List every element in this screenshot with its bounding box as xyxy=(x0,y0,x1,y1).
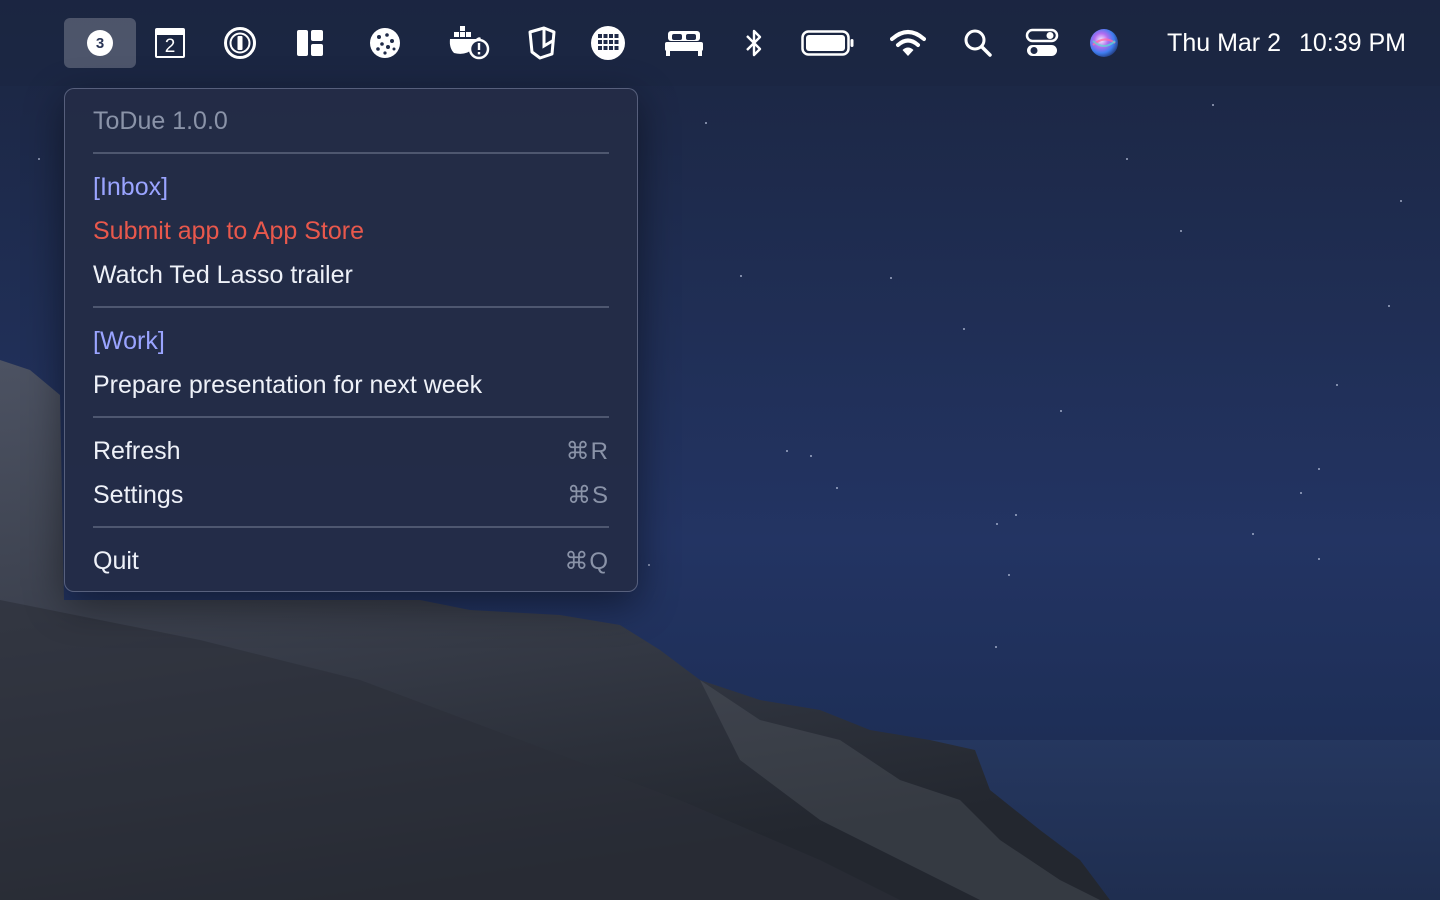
control-center-status-item[interactable] xyxy=(1022,18,1062,68)
section-label-work: [Work] xyxy=(93,326,165,355)
shortcuts-status-item[interactable] xyxy=(524,18,558,68)
wifi-icon xyxy=(890,30,926,56)
layout-icon xyxy=(297,30,323,56)
clock-date: Thu Mar 2 xyxy=(1167,28,1281,57)
siri-icon xyxy=(1090,29,1118,57)
docker-icon xyxy=(449,26,490,60)
desktop-wallpaper: 3 2 Thu Mar 2 10:39 PM ToDue 1.0.0 [Inbo… xyxy=(0,0,1440,900)
menu-app-version: ToDue 1.0.0 xyxy=(93,101,609,141)
settings-label: Settings xyxy=(93,480,184,509)
todue-status-item[interactable]: 3 xyxy=(64,18,136,68)
menu-task-item[interactable]: Prepare presentation for next week xyxy=(93,365,609,405)
grid-globe-icon xyxy=(591,26,625,60)
todue-dropdown-menu: ToDue 1.0.0 [Inbox] Submit app to App St… xyxy=(64,88,638,592)
calendar-day: 2 xyxy=(164,36,176,57)
calendar-status-item[interactable]: 2 xyxy=(150,18,190,68)
layout-status-item[interactable] xyxy=(292,18,328,68)
settings-shortcut: ⌘S xyxy=(566,481,609,509)
menu-task-item[interactable]: Submit app to App Store xyxy=(93,211,609,251)
wifi-status-item[interactable] xyxy=(888,18,928,68)
task-label: Submit app to App Store xyxy=(93,216,365,245)
quit-label: Quit xyxy=(93,546,139,575)
battery-icon xyxy=(801,30,854,56)
menu-separator xyxy=(93,416,609,418)
todue-badge-icon: 3 xyxy=(87,30,113,56)
bed-icon xyxy=(665,31,703,56)
control-center-icon xyxy=(1025,28,1059,56)
1password-status-item[interactable] xyxy=(220,18,260,68)
menu-bar: 3 2 Thu Mar 2 10:39 PM xyxy=(0,0,1440,86)
task-label: Watch Ted Lasso trailer xyxy=(93,260,353,289)
1password-icon xyxy=(224,27,256,59)
docker-status-item[interactable] xyxy=(445,18,491,68)
menu-task-item[interactable]: Watch Ted Lasso trailer xyxy=(93,255,609,295)
quit-shortcut: ⌘Q xyxy=(564,547,609,575)
menu-separator xyxy=(93,152,609,154)
menu-separator xyxy=(93,306,609,308)
menu-item-quit[interactable]: Quit ⌘Q xyxy=(93,541,609,581)
refresh-shortcut: ⌘R xyxy=(565,437,609,465)
section-label-inbox: [Inbox] xyxy=(93,172,169,201)
cookie-icon xyxy=(370,28,400,58)
clock-time: 10:39 PM xyxy=(1298,28,1406,57)
menu-item-refresh[interactable]: Refresh ⌘R xyxy=(93,431,609,471)
sleep-status-item[interactable] xyxy=(662,18,706,68)
menu-section-inbox: [Inbox] xyxy=(93,167,609,207)
spotlight-search-icon xyxy=(964,29,992,57)
bluetooth-icon xyxy=(746,29,762,57)
spotlight-status-item[interactable] xyxy=(960,18,996,68)
menu-item-settings[interactable]: Settings ⌘S xyxy=(93,475,609,515)
siri-status-item[interactable] xyxy=(1086,18,1122,68)
menu-bar-clock[interactable]: Thu Mar 2 10:39 PM xyxy=(1167,18,1406,68)
calendar-icon: 2 xyxy=(155,28,185,58)
task-label: Prepare presentation for next week xyxy=(93,370,483,399)
cookie-status-item[interactable] xyxy=(365,18,405,68)
grid-globe-status-item[interactable] xyxy=(588,18,628,68)
menu-section-work: [Work] xyxy=(93,321,609,361)
app-version-label: ToDue 1.0.0 xyxy=(93,106,228,135)
bluetooth-status-item[interactable] xyxy=(740,18,768,68)
refresh-label: Refresh xyxy=(93,436,181,465)
shortcuts-icon xyxy=(528,26,556,60)
menu-separator xyxy=(93,526,609,528)
battery-status-item[interactable] xyxy=(800,18,856,68)
